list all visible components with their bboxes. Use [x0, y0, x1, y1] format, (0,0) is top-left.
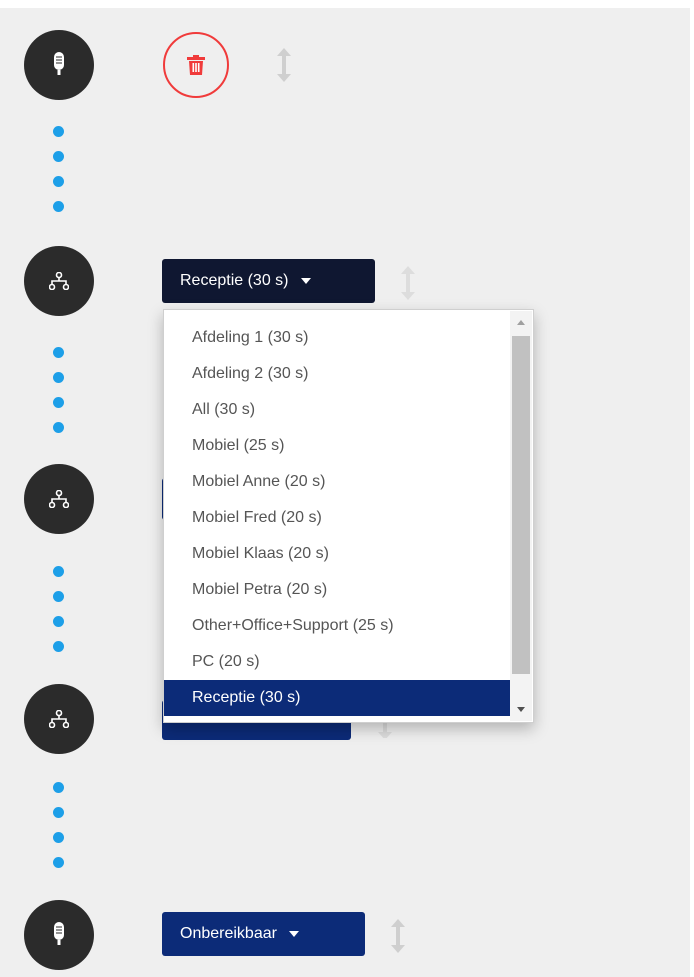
- dropdown-option[interactable]: Other+Office+Support (25 s): [164, 608, 510, 644]
- trash-icon: [187, 55, 205, 75]
- dropdown-scrollbar[interactable]: [510, 311, 532, 721]
- scrollbar-thumb[interactable]: [512, 336, 530, 674]
- dropdown-option[interactable]: Mobiel Petra (20 s): [164, 572, 510, 608]
- caret-down-icon: [288, 931, 299, 937]
- flow-node-end[interactable]: [24, 900, 94, 970]
- dropdown-option[interactable]: All (30 s): [164, 392, 510, 428]
- flow-connector: [53, 782, 65, 882]
- scroll-down-arrow-icon[interactable]: [517, 707, 525, 712]
- unreachable-dropdown-label: Onbereikbaar: [180, 925, 277, 942]
- drag-handle[interactable]: [386, 912, 410, 960]
- dropdown-option[interactable]: Mobiel Anne (20 s): [164, 464, 510, 500]
- dropdown-option-selected[interactable]: Receptie (30 s): [164, 680, 510, 716]
- dropdown-option[interactable]: Mobiel (25 s): [164, 428, 510, 464]
- delete-button[interactable]: [163, 32, 229, 98]
- caret-down-icon: [300, 278, 311, 284]
- drag-vertical-icon: [391, 919, 405, 953]
- scroll-up-arrow-icon[interactable]: [517, 320, 525, 325]
- dropdown-option[interactable]: Mobiel Fred (20 s): [164, 500, 510, 536]
- flow-node-group[interactable]: [24, 684, 94, 754]
- hierarchy-icon: [49, 490, 69, 508]
- group-dropdown-list[interactable]: Afdeling 1 (30 s) Afdeling 2 (30 s) All …: [163, 309, 534, 723]
- hierarchy-icon: [49, 272, 69, 290]
- flow-connector: [53, 566, 65, 666]
- dropdown-option[interactable]: Mobiel Klaas (20 s): [164, 536, 510, 572]
- flow-connector: [53, 126, 65, 226]
- drag-vertical-icon: [401, 266, 415, 300]
- microphone-icon: [54, 922, 64, 945]
- flow-connector: [53, 347, 65, 447]
- dropdown-option[interactable]: Afdeling 2 (30 s): [164, 356, 510, 392]
- drag-handle[interactable]: [272, 41, 296, 89]
- flow-node-start[interactable]: [24, 30, 94, 100]
- microphone-icon: [54, 52, 64, 75]
- dropdown-option[interactable]: PC (20 s): [164, 644, 510, 680]
- drag-vertical-icon: [277, 48, 291, 82]
- dropdown-option[interactable]: Afdeling 1 (30 s): [164, 320, 510, 356]
- unreachable-dropdown-button[interactable]: Onbereikbaar: [162, 912, 365, 956]
- group-dropdown-label: Receptie (30 s): [180, 272, 289, 289]
- group-dropdown-button[interactable]: Receptie (30 s): [162, 259, 375, 303]
- drag-handle[interactable]: [396, 259, 420, 307]
- flow-node-group[interactable]: [24, 464, 94, 534]
- hierarchy-icon: [49, 710, 69, 728]
- flow-node-group[interactable]: [24, 246, 94, 316]
